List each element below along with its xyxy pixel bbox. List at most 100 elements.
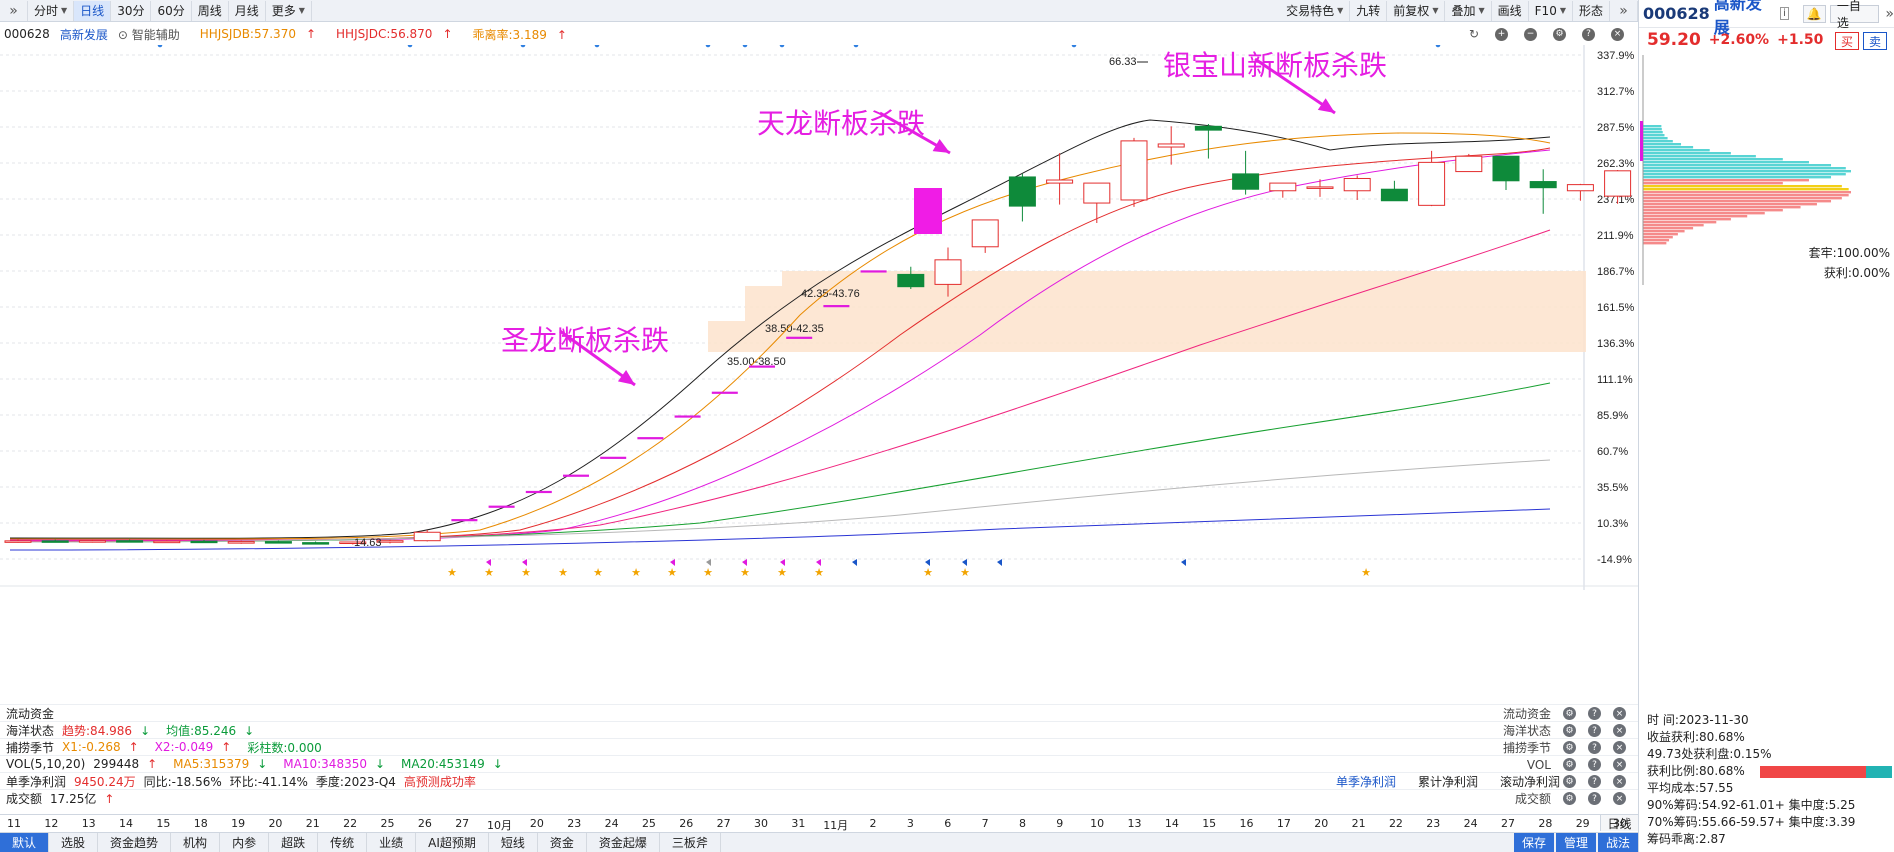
rolling-profit-link[interactable]: 滚动净利润 bbox=[1500, 773, 1560, 790]
sell-button[interactable]: 卖 bbox=[1863, 32, 1887, 50]
tab-funds[interactable]: 资金 bbox=[538, 833, 587, 852]
close-icon[interactable]: × bbox=[1613, 775, 1626, 788]
settings-icon[interactable]: ⚙ bbox=[1563, 707, 1576, 720]
x-tick-label: 27 bbox=[455, 817, 470, 830]
zoom-out-icon[interactable]: − bbox=[1524, 27, 1537, 41]
candle-limit-up bbox=[525, 490, 552, 494]
double-chevron-right-icon[interactable]: » bbox=[1885, 6, 1894, 22]
manage-button[interactable]: 管理 bbox=[1555, 833, 1596, 852]
timeframe-60min[interactable]: 60分 bbox=[151, 0, 192, 21]
help-icon[interactable]: ? bbox=[1588, 792, 1601, 805]
timeframe-monthly[interactable]: 月线 bbox=[229, 0, 266, 21]
tab-fund-trend[interactable]: 资金趋势 bbox=[98, 833, 172, 852]
settings-icon[interactable]: ⚙ bbox=[1563, 741, 1576, 754]
stock-chart-app: » 分时 ▼ 日线 30分 60分 周线 月线 更多 ▼ 交易特色 ▼ 九转 前复权 ▼… bbox=[0, 0, 1894, 852]
strategy-button[interactable]: 战法 bbox=[1597, 833, 1638, 852]
tab-institution[interactable]: 机构 bbox=[171, 833, 221, 852]
profit-prediction-link[interactable]: 高预测成功率 bbox=[404, 773, 476, 790]
help-icon[interactable]: ? bbox=[1588, 758, 1601, 771]
candle-body bbox=[227, 541, 255, 544]
adjust-menu[interactable]: 前复权 ▼ bbox=[1387, 0, 1446, 21]
chip-bar bbox=[1643, 158, 1783, 161]
star-signal-icon: ★ bbox=[960, 566, 970, 579]
close-icon[interactable]: × bbox=[1613, 741, 1626, 754]
flag-signal-icon bbox=[962, 559, 967, 566]
settings-icon[interactable]: ⚙ bbox=[1563, 775, 1576, 788]
candle-limit-up bbox=[711, 391, 738, 394]
smart-assist-toggle[interactable]: ⊙ 智能辅助 bbox=[118, 26, 190, 43]
close-icon[interactable]: × bbox=[1613, 792, 1626, 805]
nine-turn-button[interactable]: 九转 bbox=[1350, 0, 1388, 21]
tab-insider[interactable]: 内参 bbox=[220, 833, 270, 852]
close-icon[interactable]: × bbox=[1613, 707, 1626, 720]
chip-bar bbox=[1643, 239, 1670, 242]
buy-button[interactable]: 买 bbox=[1835, 32, 1859, 50]
self-select-button[interactable]: 一自选 bbox=[1829, 0, 1880, 30]
high-price-label: 66.33 bbox=[1109, 56, 1137, 68]
chip-bar bbox=[1643, 206, 1801, 209]
flag-signal-icon bbox=[925, 559, 930, 566]
tab-performance[interactable]: 业绩 bbox=[367, 833, 417, 852]
ocean-label: 海洋状态 bbox=[6, 723, 55, 738]
timeframe-30min[interactable]: 30分 bbox=[111, 0, 152, 21]
tab-traditional[interactable]: 传统 bbox=[318, 833, 368, 852]
timeframe-weekly[interactable]: 周线 bbox=[192, 0, 229, 21]
help-icon[interactable]: ? bbox=[1588, 707, 1601, 720]
refresh-icon[interactable]: ↻ bbox=[1469, 27, 1479, 41]
trade-feature-menu[interactable]: 交易特色 ▼ bbox=[1280, 0, 1351, 21]
indicator-row-fishing: 捕捞季节 X1:-0.268 ↑ X2:-0.049 ↑ 彩柱数:0.000 捕捞季… bbox=[0, 738, 1638, 755]
settings-icon[interactable]: ⚙ bbox=[1563, 758, 1576, 771]
toolbar-right-group: 交易特色 ▼ 九转 前复权 ▼ 叠加 ▼ 画线 F10 ▼ 形态 » bbox=[1280, 0, 1638, 21]
y-tick-label: 312.7% bbox=[1597, 86, 1635, 98]
info-icon[interactable]: i bbox=[1780, 7, 1789, 20]
tab-oversold[interactable]: 超跌 bbox=[269, 833, 319, 852]
stock-name[interactable]: 高新发展 bbox=[60, 26, 108, 43]
timeframe-more[interactable]: 更多 ▼ bbox=[266, 0, 312, 21]
chip-bar bbox=[1643, 170, 1851, 173]
double-chevron-right-icon[interactable]: » bbox=[1610, 0, 1638, 21]
help-icon[interactable]: ? bbox=[1582, 27, 1595, 41]
bell-icon[interactable]: 🔔 bbox=[1802, 4, 1826, 23]
timeframe-intraday[interactable]: 分时 ▼ bbox=[28, 0, 75, 21]
chip-bar bbox=[1643, 182, 1783, 185]
settings-icon[interactable]: ⚙ bbox=[1553, 27, 1566, 41]
save-button[interactable]: 保存 bbox=[1513, 833, 1554, 852]
tab-ai-surprise[interactable]: AI超预期 bbox=[416, 833, 489, 852]
zoom-in-icon[interactable]: + bbox=[1495, 27, 1508, 41]
cumulative-profit-link[interactable]: 累计净利润 bbox=[1418, 773, 1478, 790]
settings-icon[interactable]: ⚙ bbox=[1563, 724, 1576, 737]
price-zone bbox=[708, 321, 1586, 352]
help-icon[interactable]: ? bbox=[1588, 741, 1601, 754]
timeframe-daily[interactable]: 日线 bbox=[74, 0, 112, 21]
close-icon[interactable]: × bbox=[1613, 724, 1626, 737]
chip-bar bbox=[1643, 173, 1846, 176]
chip-bar bbox=[1643, 188, 1849, 191]
star-signal-icon: ★ bbox=[740, 566, 750, 579]
tab-short-term[interactable]: 短线 bbox=[489, 833, 538, 852]
ocean-controls: 海洋状态 ⚙? × bbox=[1503, 722, 1634, 739]
help-icon[interactable]: ? bbox=[1588, 775, 1601, 788]
double-chevron-right-icon[interactable]: » bbox=[0, 0, 28, 21]
close-icon[interactable]: × bbox=[1613, 758, 1626, 771]
date-axis: 日线 11 12 13 14 15 18 19 20 21 22 25 26 27 10月 20 23 24 25… bbox=[0, 814, 1638, 832]
chip-bar bbox=[1643, 200, 1832, 203]
tab-stock-pick[interactable]: 选股 bbox=[49, 833, 99, 852]
pattern-button[interactable]: 形态 bbox=[1573, 0, 1610, 21]
draw-line-button[interactable]: 画线 bbox=[1492, 0, 1529, 21]
bottom-right-buttons: 保存 管理 战法 bbox=[1512, 833, 1638, 852]
tab-fund-burst[interactable]: 资金起爆 bbox=[587, 833, 660, 852]
overlay-menu[interactable]: 叠加 ▼ bbox=[1445, 0, 1492, 21]
flag-signal-icon bbox=[670, 559, 675, 566]
quarter-profit-link[interactable]: 单季净利润 bbox=[1336, 773, 1396, 790]
chip-bar bbox=[1643, 242, 1667, 245]
tab-three-axes[interactable]: 三板斧 bbox=[660, 833, 721, 852]
close-icon[interactable]: × bbox=[1611, 27, 1624, 41]
candlestick-chart[interactable]: 337.9%312.7%287.5%262.3%237.1%211.9%186.… bbox=[0, 45, 1638, 710]
chip-row-2: 获利比例:80.68% bbox=[1647, 763, 1893, 780]
flag-signal-icon bbox=[816, 559, 821, 566]
tab-default[interactable]: 默认 bbox=[0, 833, 50, 852]
chip-row-3: 平均成本:57.55 bbox=[1647, 781, 1734, 795]
help-icon[interactable]: ? bbox=[1588, 724, 1601, 737]
f10-menu[interactable]: F10 ▼ bbox=[1529, 0, 1573, 21]
settings-icon[interactable]: ⚙ bbox=[1563, 792, 1576, 805]
